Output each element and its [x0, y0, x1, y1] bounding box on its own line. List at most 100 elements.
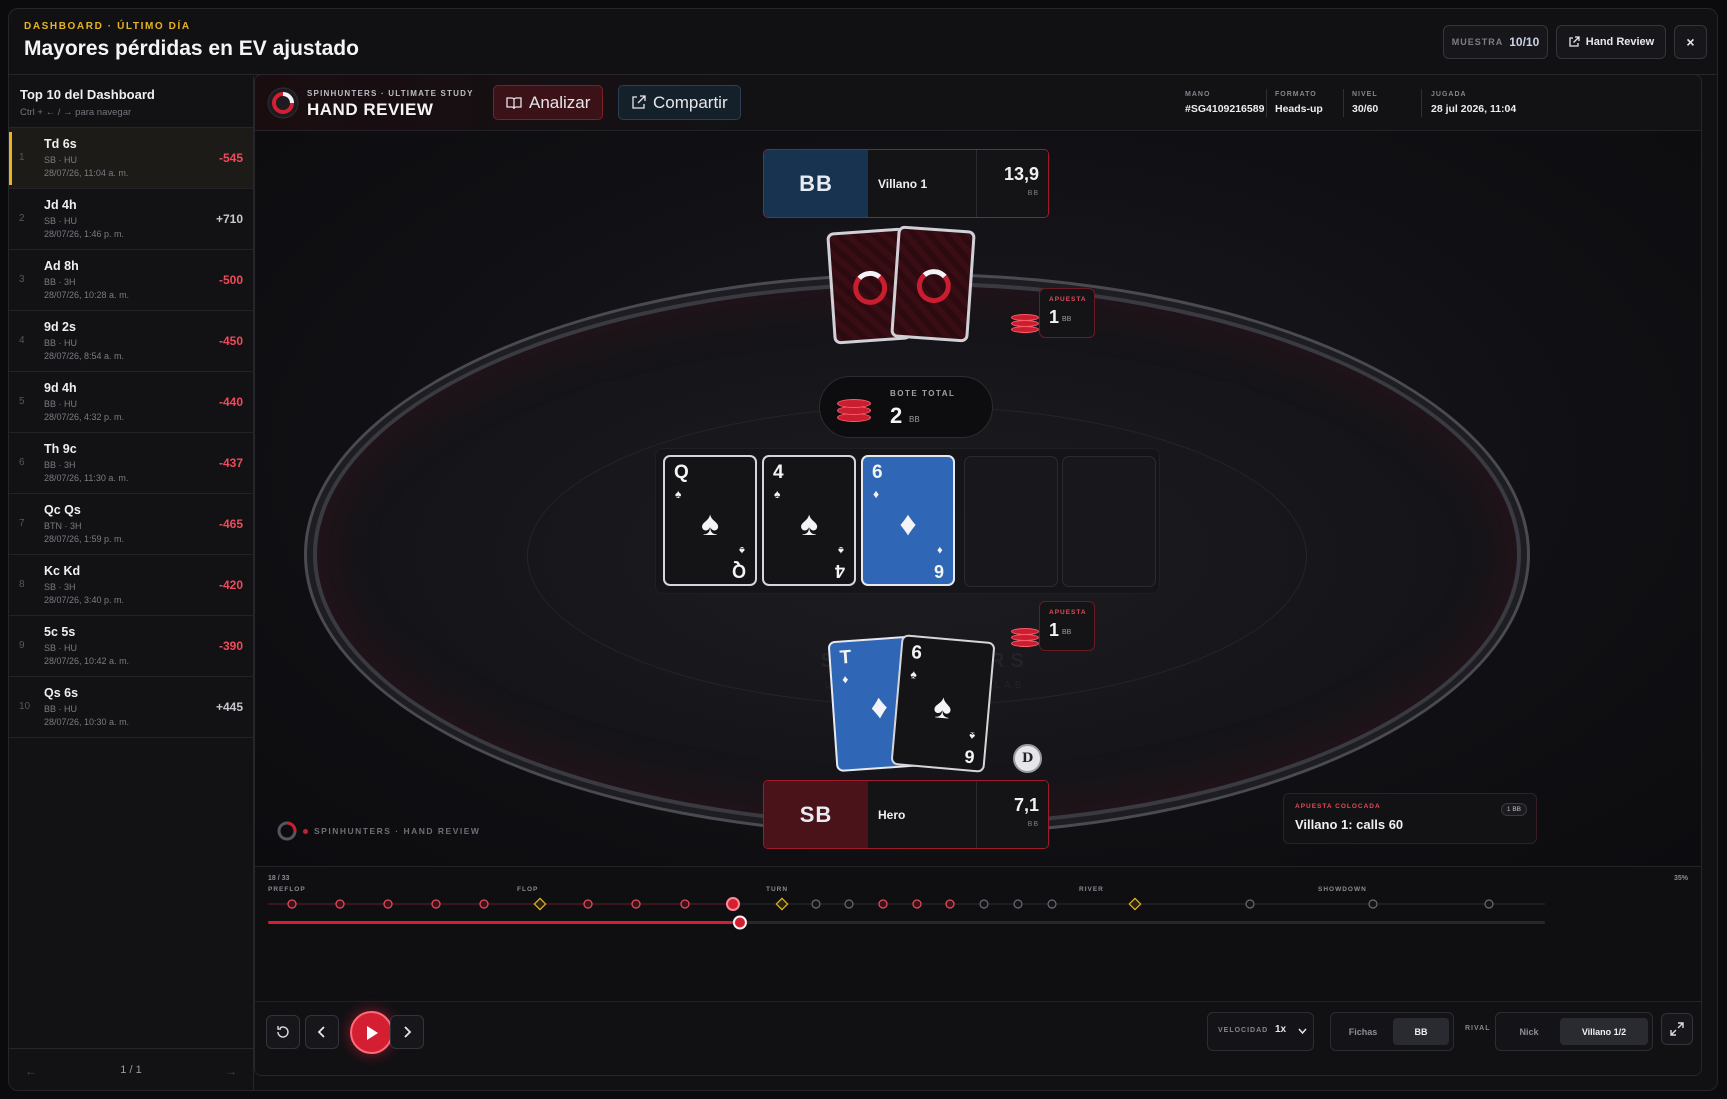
hand-list-item[interactable]: 6 Th 9c BB · 3H 28/07/26, 11:30 a. m. -437: [9, 433, 253, 494]
meta-hand: MANO #SG4109216589: [1185, 91, 1264, 115]
dealer-button-icon: D: [1013, 744, 1042, 773]
hand-ev-value: -545: [218, 151, 243, 165]
hand-sidebar: Top 10 del Dashboard Ctrl + ← / → para n…: [9, 76, 254, 1090]
timeline-track[interactable]: [255, 867, 1701, 1002]
analyze-label: Analizar: [529, 92, 591, 112]
hand-cards: Td 6s: [44, 137, 77, 151]
playback-controls: VELOCIDAD 1x Fichas BB RIVAL Nick Villan…: [255, 1001, 1701, 1075]
sample-counter[interactable]: MUESTRA 10/10: [1443, 25, 1548, 59]
meta-date: JUGADA 28 jul 2026, 11:04: [1431, 91, 1516, 115]
share-button[interactable]: Compartir: [618, 85, 741, 120]
chevron-right-icon: [404, 1026, 412, 1038]
hand-list: 1 Td 6s SB · HU 28/07/26, 11:04 a. m. -545 2 J…: [9, 128, 253, 738]
hand-ev-value: +710: [215, 212, 243, 226]
timeline-action-marker: [811, 899, 821, 909]
meta-divider: [1343, 89, 1344, 117]
card-suit-icon: ♦: [899, 505, 917, 543]
hand-cards: Jd 4h: [44, 198, 77, 212]
hand-position: BB · HU: [44, 399, 78, 409]
fullscreen-button[interactable]: [1661, 1013, 1693, 1045]
river-card-slot: [1062, 456, 1156, 587]
hand-index: 10: [19, 701, 31, 712]
hand-review-button[interactable]: Hand Review: [1556, 25, 1666, 59]
next-page-icon[interactable]: →: [220, 1061, 242, 1081]
analyze-button[interactable]: Analizar: [493, 85, 604, 120]
card-rank: Q: [731, 561, 746, 581]
hand-list-item[interactable]: 4 9d 2s BB · HU 28/07/26, 8:54 a. m. -450: [9, 311, 253, 372]
turn-card-slot: [964, 456, 1058, 587]
table-corner-brand: SPINHUNTERS · HAND REVIEW: [277, 821, 480, 841]
hand-cards: Ad 8h: [44, 259, 79, 273]
close-button[interactable]: ×: [1674, 25, 1707, 59]
hero-chips-icon: [1011, 626, 1039, 648]
hand-list-item[interactable]: 2 Jd 4h SB · HU 28/07/26, 1:46 p. m. +710: [9, 189, 253, 250]
spinhunters-logo-icon: [267, 87, 299, 119]
close-icon: ×: [1686, 34, 1695, 50]
speed-value: 1x: [1275, 1024, 1287, 1035]
villain-position: BB: [764, 150, 868, 217]
sample-label: MUESTRA: [1451, 37, 1504, 47]
timeline-action-marker: [1245, 899, 1255, 909]
timeline-street-marker: [775, 897, 789, 911]
meta-hand-key: MANO: [1185, 91, 1211, 98]
previous-step-button[interactable]: [305, 1015, 339, 1049]
timeline-street-marker: [1128, 897, 1142, 911]
card-rank: 4: [834, 561, 845, 581]
villain-stack-unit: BB: [1027, 190, 1039, 197]
speed-selector[interactable]: VELOCIDAD 1x: [1207, 1012, 1314, 1051]
hand-date: 28/07/26, 10:28 a. m.: [44, 290, 130, 300]
hand-list-item[interactable]: 10 Qs 6s BB · HU 28/07/26, 10:30 a. m. +445: [9, 677, 253, 738]
hand-ev-value: -437: [218, 456, 243, 470]
hand-list-item[interactable]: 3 Ad 8h BB · 3H 28/07/26, 10:28 a. m. -500: [9, 250, 253, 311]
hand-ev-value: +445: [215, 700, 243, 714]
progress-handle[interactable]: [732, 915, 747, 930]
hero-bet-value: 1: [1049, 620, 1060, 640]
fichas-option[interactable]: Fichas: [1337, 1018, 1389, 1045]
brand-title: HAND REVIEW: [307, 100, 434, 119]
villain-card-back: [890, 225, 976, 343]
hand-list-item[interactable]: 9 5c 5s SB · HU 28/07/26, 10:42 a. m. -390: [9, 616, 253, 677]
hand-list-item[interactable]: 7 Qc Qs BTN · 3H 28/07/26, 1:59 p. m. -465: [9, 494, 253, 555]
card-suit-icon: ♠: [799, 505, 819, 543]
timeline-action-marker: [1368, 899, 1378, 909]
timeline-action-marker: [631, 899, 641, 909]
hand-list-item[interactable]: 1 Td 6s SB · HU 28/07/26, 11:04 a. m. -545: [9, 128, 253, 189]
card-suit-icon: ♠: [774, 487, 781, 501]
timeline-street-marker: [533, 897, 547, 911]
meta-date-value: 28 jul 2026, 11:04: [1431, 103, 1517, 115]
hand-position: BB · 3H: [44, 460, 76, 470]
rival-toggle: Nick Villano 1/2: [1495, 1012, 1653, 1051]
hand-cards: Kc Kd: [44, 564, 81, 578]
next-step-button[interactable]: [390, 1015, 424, 1049]
timeline-action-marker: [912, 899, 922, 909]
hand-date: 28/07/26, 1:46 p. m.: [44, 229, 125, 239]
restart-button[interactable]: [266, 1015, 300, 1049]
bb-option[interactable]: BB: [1393, 1018, 1449, 1045]
nick-option[interactable]: Nick: [1502, 1018, 1556, 1045]
hand-cards: Qs 6s: [44, 686, 79, 700]
timeline-action-marker: [680, 899, 690, 909]
sample-value: 10/10: [1509, 35, 1540, 49]
chevron-down-icon: [1298, 1028, 1307, 1035]
card-back-logo-icon: [915, 267, 953, 305]
hand-list-item[interactable]: 5 9d 4h BB · HU 28/07/26, 4:32 p. m. -440: [9, 372, 253, 433]
hand-date: 28/07/26, 3:40 p. m.: [44, 595, 125, 605]
timeline-action-marker: [945, 899, 955, 909]
hand-index: 4: [19, 335, 25, 346]
card-suit-icon: ♦: [937, 544, 943, 556]
villain-option[interactable]: Villano 1/2: [1560, 1018, 1648, 1045]
hero-seat[interactable]: SB Hero 7,1 BB: [763, 780, 1049, 849]
villain-bet-unit: BB: [1062, 316, 1072, 323]
hand-position: BB · HU: [44, 704, 78, 714]
villain-seat[interactable]: BB Villano 1 13,9 BB: [763, 149, 1049, 218]
share-label: Compartir: [653, 92, 728, 112]
hand-date: 28/07/26, 1:59 p. m.: [44, 534, 125, 544]
meta-date-key: JUGADA: [1431, 91, 1467, 98]
play-button[interactable]: [350, 1011, 393, 1054]
action-timeline[interactable]: 18 / 33 35% PREFLOP FLOP TURN RIVER SHOW…: [255, 866, 1701, 1001]
share-icon: [632, 95, 646, 109]
hand-list-item[interactable]: 8 Kc Kd SB · 3H 28/07/26, 3:40 p. m. -420: [9, 555, 253, 616]
card-suit-icon: ♠: [739, 544, 745, 556]
meta-level-value: 30/60: [1352, 103, 1379, 115]
restart-icon: [277, 1026, 289, 1038]
